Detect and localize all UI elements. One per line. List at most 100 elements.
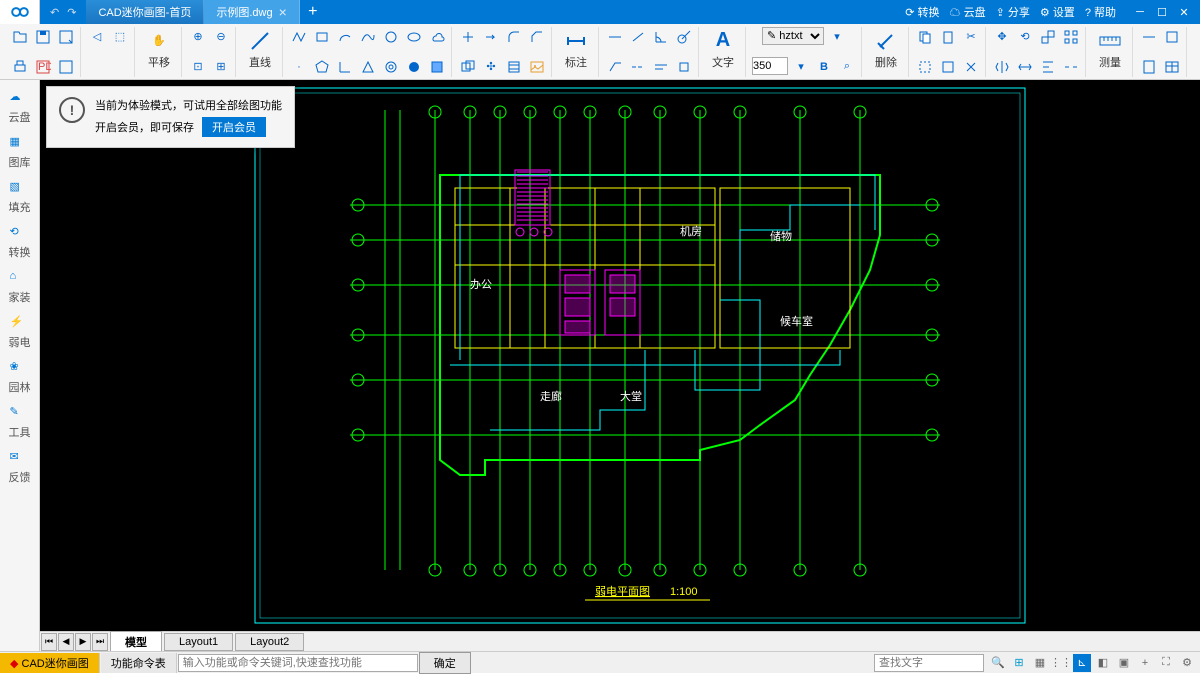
zoomin-icon[interactable]: ⊕ xyxy=(188,27,208,47)
ellipse-icon[interactable] xyxy=(404,27,424,47)
zoomout-icon[interactable]: ⊖ xyxy=(211,27,231,47)
radius-dim-icon[interactable] xyxy=(674,27,694,47)
leader-icon[interactable] xyxy=(605,57,625,77)
linear-dim-icon[interactable] xyxy=(605,27,625,47)
area-icon[interactable] xyxy=(1162,27,1182,47)
mirror-icon[interactable] xyxy=(992,57,1012,77)
first-tab-icon[interactable]: ⏮ xyxy=(41,633,57,651)
command-input[interactable] xyxy=(178,654,418,672)
aligned-dim-icon[interactable] xyxy=(628,27,648,47)
pan-button[interactable]: ✋ 平移 xyxy=(141,27,177,73)
image-icon[interactable] xyxy=(527,57,547,77)
sidebar-garden[interactable]: ❀园林 xyxy=(2,356,38,399)
break-icon[interactable] xyxy=(1061,57,1081,77)
close-button[interactable]: ✕ xyxy=(1174,4,1194,20)
zoomfit-icon[interactable]: ⊡ xyxy=(188,57,208,77)
font-select[interactable]: ✎ hztxt xyxy=(762,27,824,45)
add-tab-button[interactable]: + xyxy=(300,0,326,24)
fillet-icon[interactable] xyxy=(504,27,524,47)
help-menu[interactable]: ? 帮助 xyxy=(1085,4,1116,20)
share-menu[interactable]: ⇪ 分享 xyxy=(996,4,1030,20)
layer-button[interactable]: 图层 xyxy=(1193,27,1200,73)
upgrade-button[interactable]: 开启会员 xyxy=(202,117,266,137)
polar-icon[interactable]: ◧ xyxy=(1094,654,1112,672)
sidebar-cloud[interactable]: ☁云盘 xyxy=(2,86,38,129)
continue-dim-icon[interactable] xyxy=(628,57,648,77)
redo-icon[interactable]: ↷ xyxy=(67,6,76,19)
polyline-icon[interactable] xyxy=(289,27,309,47)
plus-icon[interactable]: + xyxy=(1136,654,1154,672)
print-icon[interactable] xyxy=(10,57,30,77)
extend-icon[interactable] xyxy=(481,27,501,47)
move-icon[interactable]: ✣ xyxy=(481,57,501,77)
delete-button[interactable]: 删除 xyxy=(868,27,904,73)
scale-icon[interactable] xyxy=(1038,27,1058,47)
paste-icon[interactable] xyxy=(938,27,958,47)
ordinate-dim-icon[interactable] xyxy=(674,57,694,77)
up-icon[interactable]: ⬚ xyxy=(110,27,130,47)
next-tab-icon[interactable]: ▶ xyxy=(75,633,91,651)
angular-dim-icon[interactable] xyxy=(651,27,671,47)
minimize-button[interactable]: ─ xyxy=(1130,4,1150,20)
ring-icon[interactable] xyxy=(381,57,401,77)
cut-icon[interactable]: ✂ xyxy=(961,27,981,47)
gear-icon[interactable]: ⚙ xyxy=(1178,654,1196,672)
calc-icon[interactable] xyxy=(1139,57,1159,77)
baseline-dim-icon[interactable] xyxy=(651,57,671,77)
ortho-icon[interactable]: ⊾ xyxy=(1073,654,1091,672)
sidebar-feedback[interactable]: ✉反馈 xyxy=(2,446,38,489)
tab-layout2[interactable]: Layout2 xyxy=(235,633,304,651)
open-icon[interactable] xyxy=(10,27,30,47)
dist-icon[interactable] xyxy=(1139,27,1159,47)
sidebar-gallery[interactable]: ▦图库 xyxy=(2,131,38,174)
grid-icon[interactable]: ▦ xyxy=(1031,654,1049,672)
undo-icon[interactable]: ↶ xyxy=(50,6,59,19)
chamfer-icon[interactable] xyxy=(527,27,547,47)
back-icon[interactable]: ◁ xyxy=(87,27,107,47)
bold-icon[interactable]: B xyxy=(814,57,834,77)
circle-icon[interactable] xyxy=(381,27,401,47)
cloud-icon[interactable] xyxy=(427,27,447,47)
polygon-icon[interactable] xyxy=(312,57,332,77)
move2-icon[interactable]: ✥ xyxy=(992,27,1012,47)
line-button[interactable]: 直线 xyxy=(242,27,278,73)
font-size-input[interactable] xyxy=(752,57,788,75)
align-icon[interactable] xyxy=(1038,57,1058,77)
cloud-menu[interactable]: ☁ 云盘 xyxy=(950,4,986,20)
search-text-input[interactable] xyxy=(874,654,984,672)
text-button[interactable]: A 文字 xyxy=(705,27,741,73)
snap-icon[interactable]: ⊞ xyxy=(1010,654,1028,672)
sidebar-convert[interactable]: ⟲转换 xyxy=(2,221,38,264)
drawing-canvas[interactable]: ! 当前为体验模式，可试用全部绘图功能 开启会员，即可保存开启会员 xyxy=(40,80,1200,631)
triangle-icon[interactable] xyxy=(358,57,378,77)
trim-icon[interactable] xyxy=(458,27,478,47)
rotate-icon[interactable]: ⟲ xyxy=(1015,27,1035,47)
prev-tab-icon[interactable]: ◀ xyxy=(58,633,74,651)
rect-icon[interactable] xyxy=(312,27,332,47)
rect-select-icon[interactable] xyxy=(915,57,935,77)
cmd-table-button[interactable]: 功能命令表 xyxy=(101,653,177,673)
zoomwin-icon[interactable]: ⊞ xyxy=(211,57,231,77)
array-icon[interactable] xyxy=(1061,27,1081,47)
sidebar-elec[interactable]: ⚡弱电 xyxy=(2,311,38,354)
region-icon[interactable] xyxy=(427,57,447,77)
point-icon[interactable]: · xyxy=(289,57,309,77)
sidebar-tools[interactable]: ✎工具 xyxy=(2,401,38,444)
osnap-icon[interactable]: ▣ xyxy=(1115,654,1133,672)
table-icon[interactable] xyxy=(1162,57,1182,77)
tab-drawing[interactable]: 示例图.dwg× xyxy=(204,0,299,24)
saveas-icon[interactable] xyxy=(56,27,76,47)
copy-icon[interactable] xyxy=(915,27,935,47)
angle-icon[interactable] xyxy=(335,57,355,77)
tab-layout1[interactable]: Layout1 xyxy=(164,633,233,651)
offset-icon[interactable] xyxy=(458,57,478,77)
annotate-button[interactable]: 标注 xyxy=(558,27,594,73)
sidebar-fill[interactable]: ▧填充 xyxy=(2,176,38,219)
donut-icon[interactable] xyxy=(404,57,424,77)
measure-button[interactable]: 测量 xyxy=(1092,27,1128,73)
tab-model[interactable]: 模型 xyxy=(110,631,162,652)
spline-icon[interactable] xyxy=(358,27,378,47)
window-select-icon[interactable] xyxy=(938,57,958,77)
arc-icon[interactable] xyxy=(335,27,355,47)
export-icon[interactable] xyxy=(56,57,76,77)
